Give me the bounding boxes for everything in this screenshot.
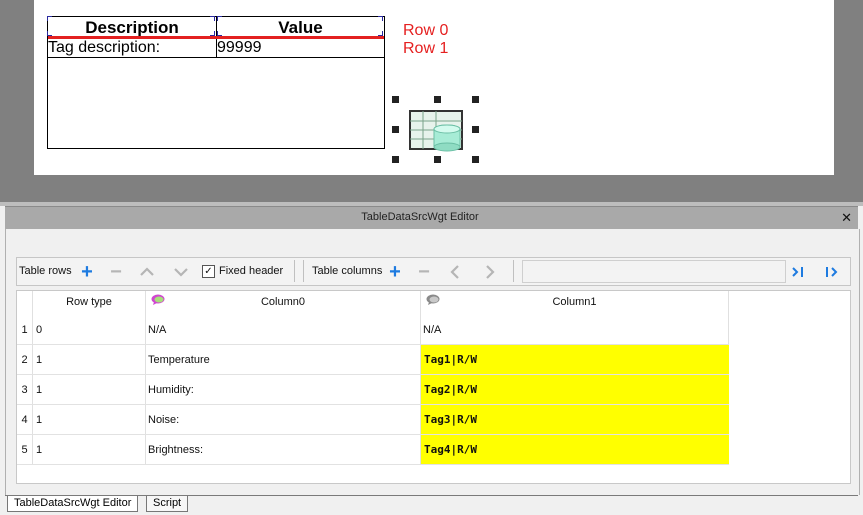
column1-tag-cell[interactable]: Tag2|R/W [421,375,729,405]
collapse-right-button[interactable] [788,262,808,282]
row-type-cell[interactable]: 1 [33,375,146,405]
remove-column-button[interactable]: − [414,262,434,282]
canvas-page[interactable]: Description Value Tag description: 99999… [34,0,834,175]
chevron-up-icon [140,267,154,276]
plus-icon: + [81,261,93,283]
resize-handle[interactable] [392,156,399,163]
minus-icon: − [110,261,122,283]
expand-panel-button[interactable] [822,262,842,282]
move-row-down-button[interactable] [171,262,191,282]
header-column0-label: Column0 [260,296,306,308]
column-marker [47,31,52,36]
toolbar-separator [303,260,304,282]
row-type-cell[interactable]: 1 [33,405,146,435]
move-column-right-button[interactable] [480,262,500,282]
editor-title: TableDataSrcWgt Editor [361,211,479,223]
column-marker [210,16,215,21]
toolbar-empty-field [522,260,786,283]
bar-chevron-right-icon [826,267,838,277]
column-marker [217,16,222,21]
close-icon[interactable]: ✕ [841,210,852,226]
preview-cell-description: Tag description: [48,39,217,57]
table-datasource-widget[interactable] [392,96,479,163]
row-type-cell[interactable]: 1 [33,345,146,375]
column0-cell[interactable]: N/A [146,315,421,345]
header-column1-label: Column1 [552,296,597,308]
tab-script[interactable]: Script [146,496,189,512]
column1-cell[interactable]: N/A [421,315,729,345]
remove-row-button[interactable]: − [106,262,126,282]
preview-data-row: Tag description: 99999 [48,39,384,58]
move-row-up-button[interactable] [137,262,157,282]
preview-header-value: Value [278,18,323,37]
preview-header-description: Description [48,17,217,38]
row-number: 2 [17,345,33,375]
editor-panel: Table rows + − ✓ Fixed header Table colu… [5,229,860,495]
plus-icon: + [389,261,401,283]
table-columns-label: Table columns [312,265,383,277]
row-number: 5 [17,435,33,465]
row-type-cell[interactable]: 1 [33,435,146,465]
column0-cell[interactable]: Noise: [146,405,421,435]
chevron-right-bar-icon [792,267,803,277]
rows-grid[interactable]: Row type Column0 Column1 1 0 N/A N/A 2 1… [16,290,851,484]
chevron-down-icon [174,268,188,277]
column-marker [210,31,215,36]
row-number: 3 [17,375,33,405]
preview-cell-value: 99999 [217,39,262,56]
row-type-cell[interactable]: 0 [33,315,146,345]
resize-handle[interactable] [434,96,441,103]
preview-table[interactable]: Description Value Tag description: 99999 [47,16,385,149]
column0-cell[interactable]: Humidity: [146,375,421,405]
fixed-header-checkbox[interactable]: ✓ [202,265,215,278]
resize-handle[interactable] [472,96,479,103]
editor-title-bar: TableDataSrcWgt Editor ✕ [5,206,858,229]
table-datasource-icon [409,110,463,152]
column-marker [378,16,383,21]
row-1-label: Row 1 [403,40,449,57]
tab-tabledatasrcwgt-editor[interactable]: TableDataSrcWgt Editor [7,496,139,512]
row-number: 1 [17,315,33,345]
table-row[interactable]: 3 1 Humidity: Tag2|R/W [17,375,729,405]
resize-handle[interactable] [472,156,479,163]
column0-cell[interactable]: Temperature [146,345,421,375]
minus-icon: − [418,261,430,283]
resize-handle[interactable] [434,156,441,163]
resize-handle[interactable] [392,96,399,103]
add-column-button[interactable]: + [385,262,405,282]
row-0-label: Row 0 [403,22,449,39]
resize-handle[interactable] [472,126,479,133]
resize-handle[interactable] [392,126,399,133]
chevron-left-icon [450,265,459,279]
move-column-left-button[interactable] [445,262,465,282]
chevron-right-icon [486,265,495,279]
column1-tag-cell[interactable]: Tag4|R/W [421,435,729,465]
column-marker [217,31,222,36]
row-divider [17,464,729,465]
fixed-header-label: Fixed header [219,265,284,277]
toolbar-separator [294,260,295,282]
column-marker [47,16,52,21]
column0-cell[interactable]: Brightness: [146,435,421,465]
row-number: 4 [17,405,33,435]
column-marker [378,31,383,36]
column1-tag-cell[interactable]: Tag1|R/W [421,345,729,375]
table-row[interactable]: 1 0 N/A N/A [17,315,729,345]
speech-bubble-icon [151,294,165,305]
speech-bubble-icon [426,294,440,305]
toolbar-separator [513,260,514,282]
table-rows-label: Table rows [19,265,72,277]
column1-tag-cell[interactable]: Tag3|R/W [421,405,729,435]
table-row[interactable]: 4 1 Noise: Tag3|R/W [17,405,729,435]
design-canvas[interactable]: Description Value Tag description: 99999… [0,0,863,202]
table-row[interactable]: 2 1 Temperature Tag1|R/W [17,345,729,375]
editor-tab-bar: TableDataSrcWgt Editor Script [5,495,858,515]
table-row[interactable]: 5 1 Brightness: Tag4|R/W [17,435,729,465]
add-row-button[interactable]: + [77,262,97,282]
editor-toolbar: Table rows + − ✓ Fixed header Table colu… [16,257,851,286]
